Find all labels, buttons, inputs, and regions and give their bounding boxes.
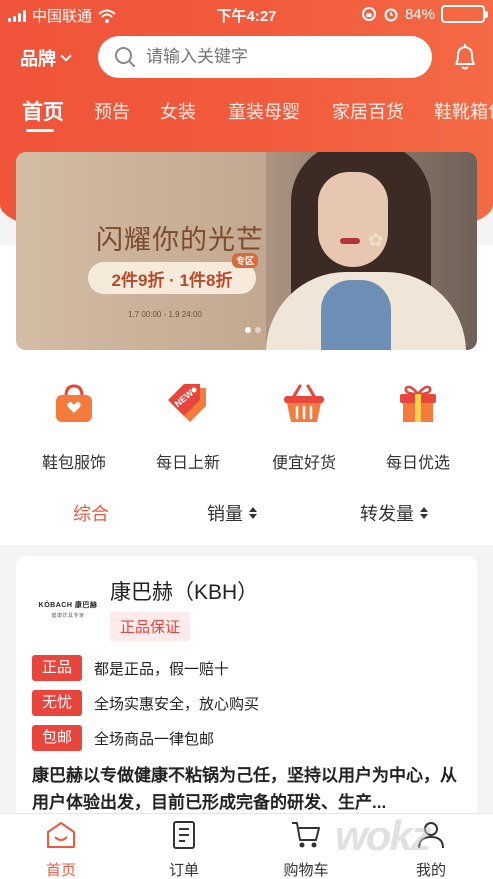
category-label: 每日优选 — [385, 455, 450, 472]
shopping-cart-icon — [292, 822, 320, 848]
flower-earring-icon: ✿ — [368, 230, 384, 250]
category-fashion[interactable]: 鞋包服饰 — [24, 382, 124, 473]
category-label: 便宜好货 — [271, 455, 336, 472]
tab-home[interactable]: 首页 — [22, 98, 64, 126]
category-label: 鞋包服饰 — [41, 455, 106, 472]
brand-label: 品牌 — [20, 49, 56, 69]
feature-text: 都是正品，假一赔十 — [94, 660, 230, 678]
sort-label: 转发量 — [360, 504, 414, 524]
category-daily-picks[interactable]: 每日优选 — [368, 382, 468, 473]
carousel-dots — [245, 327, 261, 333]
tab-kids-baby[interactable]: 童装母婴 — [228, 98, 300, 124]
sort-sales[interactable]: 销量 — [207, 500, 257, 526]
feature-row: 无忧 全场实惠安全，放心购买 — [32, 690, 259, 716]
store-logo-text: KÖBACH 康巴赫 — [38, 602, 98, 609]
tab-womens[interactable]: 女装 — [160, 98, 196, 124]
guarantee-badge: 正品保证 — [110, 612, 191, 641]
active-tab-indicator — [26, 129, 54, 132]
feature-tag: 正品 — [32, 655, 82, 681]
home-icon — [47, 822, 75, 848]
feature-text: 全场实惠安全，放心购买 — [94, 695, 260, 713]
nav-label: 订单 — [168, 862, 199, 879]
rotation-lock-icon — [361, 7, 376, 21]
banner-date: 1.7 00:00 - 1.9 24:00 — [128, 310, 202, 319]
battery-percent: 84% — [404, 5, 435, 23]
promo-banner[interactable]: ✿ 闪耀你的光芒 2件9折 · 1件8折 专区 1.7 00:00 - 1.9 … — [16, 152, 477, 350]
chevron-down-icon — [60, 50, 72, 62]
store-description: 康巴赫以专做健康不粘锅为己任，坚持以用户为中心，从用户体验出发，目前已形成完备的… — [32, 766, 457, 812]
nav-label: 首页 — [45, 862, 76, 879]
carousel-dot — [255, 327, 261, 333]
search-input[interactable] — [146, 47, 406, 67]
tab-shoes-bags[interactable]: 鞋靴箱包 — [434, 98, 493, 124]
banner-title: 闪耀你的光芒 — [96, 225, 264, 256]
feature-row: 包邮 全场商品一律包邮 — [32, 725, 214, 751]
store-name: 康巴赫（KBH） — [110, 581, 259, 604]
order-list-icon — [173, 821, 195, 849]
store-logo-subtext: 健康炊具专家 — [51, 613, 85, 619]
zone-badge: 专区 — [231, 253, 258, 268]
sort-comprehensive[interactable]: 综合 — [73, 500, 109, 526]
sort-label: 综合 — [73, 504, 109, 524]
sort-arrows-icon — [420, 507, 428, 519]
search-bar[interactable] — [98, 36, 432, 78]
tab-home-goods[interactable]: 家居百货 — [332, 98, 404, 124]
category-label: 每日上新 — [155, 455, 220, 472]
banner-promo-text: 2件9折 · 1件8折 — [111, 270, 233, 290]
alarm-icon — [384, 8, 398, 22]
category-new-arrivals[interactable]: NEW 每日上新 — [138, 382, 238, 473]
nav-label: 我的 — [415, 862, 446, 879]
bell-icon[interactable] — [452, 43, 478, 71]
new-tag-icon: NEW — [168, 384, 206, 422]
store-logo: KÖBACH 康巴赫 健康炊具专家 — [38, 600, 98, 619]
feature-text: 全场商品一律包邮 — [94, 730, 215, 748]
nav-home[interactable]: 首页 — [21, 820, 101, 879]
tab-preview[interactable]: 预告 — [94, 98, 130, 124]
search-icon — [115, 47, 135, 67]
watermark-logo: wokz — [335, 812, 432, 859]
sort-shares[interactable]: 转发量 — [360, 500, 428, 526]
banner-promo: 2件9折 · 1件8折 专区 — [88, 253, 258, 294]
basket-icon — [284, 384, 324, 422]
brand-dropdown[interactable]: 品牌 — [20, 45, 72, 71]
feature-row: 正品 都是正品，假一赔十 — [32, 655, 229, 681]
carousel-dot — [245, 327, 251, 333]
nav-label: 购物车 — [283, 862, 329, 879]
feature-tag: 包邮 — [32, 725, 82, 751]
battery-icon — [441, 5, 488, 23]
category-bargains[interactable]: 便宜好货 — [254, 382, 354, 473]
handbag-icon — [56, 384, 92, 422]
nav-orders[interactable]: 订单 — [144, 820, 224, 879]
sort-arrows-icon — [249, 507, 257, 519]
gift-icon — [400, 385, 436, 422]
category-tabs: 首页 预告 女装 童装母婴 家居百货 鞋靴箱包 — [0, 98, 493, 138]
status-bar: 中国联通 下午4:27 84% — [0, 0, 493, 28]
nav-cart[interactable]: 购物车 — [266, 820, 346, 879]
sort-label: 销量 — [207, 504, 243, 524]
store-card[interactable]: KÖBACH 康巴赫 健康炊具专家 康巴赫（KBH） 正品保证 正品 都是正品，… — [16, 556, 477, 826]
feature-tag: 无忧 — [32, 690, 82, 716]
